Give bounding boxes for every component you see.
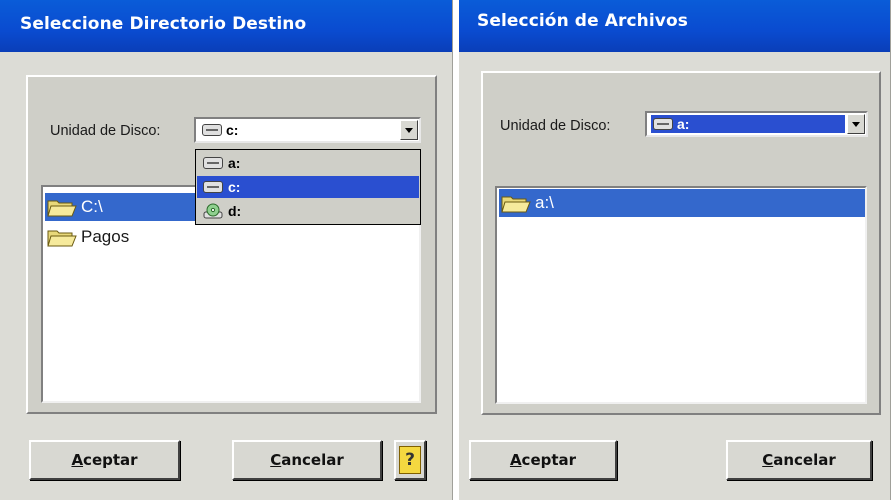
drive-select-label: c:: [226, 122, 239, 138]
open-folder-icon: [47, 200, 77, 217]
hard-drive-icon: [203, 181, 223, 193]
folder-item-label: a:\: [535, 193, 554, 212]
floppy-drive-icon: [653, 118, 673, 130]
open-folder-icon: [501, 196, 531, 213]
accept-button[interactable]: Aceptar: [469, 440, 617, 480]
help-icon: ?: [399, 446, 421, 474]
drive-option-label: a:: [228, 155, 241, 171]
drive-select[interactable]: a:: [645, 111, 868, 137]
cancel-button[interactable]: Cancelar: [232, 440, 382, 480]
drive-option-label: c:: [228, 179, 241, 195]
drive-dropdown-list[interactable]: a: c: d:: [195, 149, 421, 225]
dropdown-arrow-button[interactable]: [400, 120, 418, 140]
open-folder-icon: [47, 230, 77, 247]
drive-select[interactable]: c:: [194, 117, 421, 143]
cancel-label: ancelar: [281, 451, 344, 469]
accept-label: ceptar: [83, 451, 138, 469]
folder-item[interactable]: a:\: [499, 189, 865, 217]
drive-option-c[interactable]: c:: [197, 176, 419, 198]
cancel-accelerator: C: [762, 451, 774, 469]
drive-label: Unidad de Disco:: [500, 118, 611, 134]
dialog-title: Selección de Archivos: [477, 11, 688, 31]
drive-select-value: a:: [650, 114, 846, 134]
drive-option-d[interactable]: d:: [197, 200, 419, 222]
accept-accelerator: A: [71, 451, 84, 469]
dropdown-arrow-button[interactable]: [847, 114, 865, 134]
cancel-label: ancelar: [773, 451, 836, 469]
help-button[interactable]: ?: [394, 440, 426, 480]
folder-list[interactable]: a:\: [495, 186, 867, 404]
accept-button[interactable]: Aceptar: [29, 440, 180, 480]
drive-label: Unidad de Disco:: [50, 123, 161, 139]
floppy-drive-icon: [203, 157, 223, 169]
folder-item-label: Pagos: [81, 227, 130, 246]
cancel-accelerator: C: [270, 451, 282, 469]
folder-item-label: C:\: [81, 197, 103, 216]
title-bar[interactable]: Selección de Archivos: [459, 0, 890, 52]
drive-option-label: d:: [228, 203, 242, 219]
cd-drive-icon: [203, 203, 223, 219]
dialog-title: Seleccione Directorio Destino: [20, 14, 307, 34]
accept-label: ceptar: [521, 451, 577, 469]
title-bar[interactable]: Seleccione Directorio Destino: [0, 0, 452, 52]
drive-option-a[interactable]: a:: [197, 152, 419, 174]
drive-select-label: a:: [677, 116, 690, 132]
accept-accelerator: A: [509, 451, 522, 469]
hard-drive-icon: [202, 124, 222, 136]
cancel-button[interactable]: Cancelar: [726, 440, 872, 480]
folder-item[interactable]: Pagos: [45, 223, 421, 251]
drive-select-value: c:: [200, 121, 242, 139]
